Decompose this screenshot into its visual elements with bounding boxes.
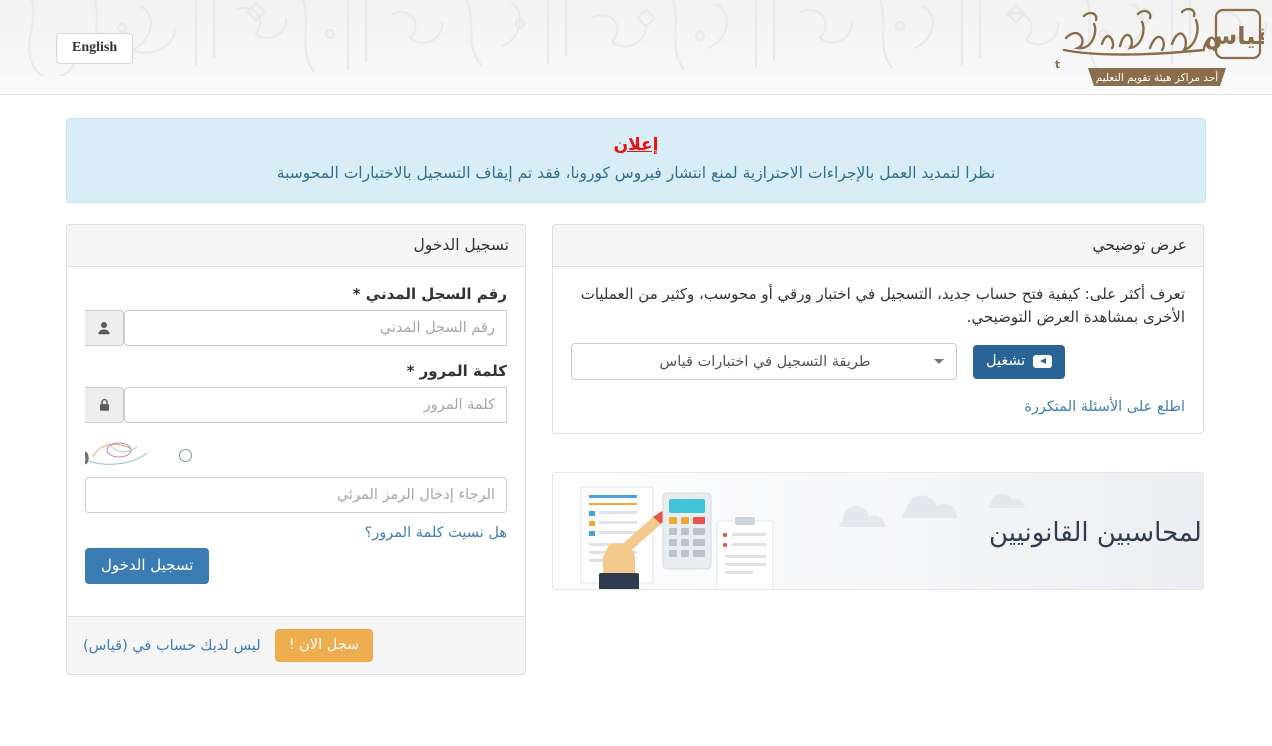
register-now-button[interactable]: سجل الان !	[274, 628, 374, 663]
login-panel-footer: ليس لديك حساب في (قياس) سجل الان !	[67, 615, 525, 675]
national-id-input[interactable]	[124, 309, 507, 346]
announcement-body: نظرا لتمديد العمل بالإجراءات الاحترازية …	[276, 164, 996, 183]
logo-tagline: أحد مراكز هيئة تقويم التعليم	[1096, 70, 1219, 84]
captcha-image: 9370	[85, 442, 148, 471]
socpa-banner-title: اختبارات هيئة المحاسبين القانونيين	[989, 518, 1203, 548]
login-panel-body: رقم السجل المدني * كلمة المرور *	[67, 267, 525, 616]
login-panel-heading: تسجيل الدخول	[67, 224, 525, 267]
logo-mark-text: قياس	[1204, 22, 1264, 50]
demo-panel-body: تعرف أكثر على: كيفية فتح حساب جديد، التس…	[553, 267, 1203, 434]
login-button-row: تسجيل الدخول	[85, 547, 507, 584]
password-input-group	[85, 386, 507, 423]
qiyas-logo[interactable]: National Center for Assessment قياس أحد …	[872, 4, 1272, 90]
demo-column: عرض توضيحي تعرف أكثر على: كيفية فتح حساب…	[552, 223, 1204, 591]
site-header: English National Center for Asses	[0, 0, 1272, 95]
play-video-label: تشغيل	[986, 353, 1026, 370]
socpa-banner-graphic: اختبارات هيئة المحاسبين القانونيين	[553, 473, 1203, 590]
demo-controls: طريقة التسجيل في اختبارات قياس تشغيل	[571, 343, 1185, 381]
lock-icon	[85, 386, 124, 423]
play-video-button[interactable]: تشغيل	[973, 345, 1066, 379]
page-body: إعلان نظرا لتمديد العمل بالإجراءات الاحت…	[0, 95, 1272, 676]
main-columns: تسجيل الدخول رقم السجل المدني * رقم السج…	[66, 223, 1206, 676]
announcement-title: إعلان	[613, 135, 659, 155]
captcha-row: 9370	[85, 439, 507, 473]
national-id-input-group	[85, 309, 507, 346]
captcha-code: 9370	[85, 448, 90, 471]
forgot-password-link[interactable]: هل نسيت كلمة المرور؟	[85, 525, 507, 541]
password-label: كلمة المرور *	[406, 361, 507, 380]
demo-video-select[interactable]: طريقة التسجيل في اختبارات قياس	[571, 343, 957, 381]
faq-link[interactable]: اطلع على الأسئلة المتكررة	[1024, 399, 1185, 415]
qiyas-logo-graphic: National Center for Assessment قياس أحد …	[872, 7, 1272, 86]
youtube-play-icon	[1033, 354, 1053, 368]
login-column: تسجيل الدخول رقم السجل المدني * رقم السج…	[66, 223, 526, 676]
login-panel: تسجيل الدخول رقم السجل المدني * رقم السج…	[66, 223, 526, 676]
login-submit-button[interactable]: تسجيل الدخول	[85, 547, 210, 584]
chevron-down-icon	[934, 359, 944, 365]
announcement-banner: إعلان نظرا لتمديد العمل بالإجراءات الاحت…	[66, 118, 1206, 203]
demo-video-select-value: طريقة التسجيل في اختبارات قياس	[659, 353, 871, 370]
user-icon	[85, 309, 124, 346]
captcha-input[interactable]	[85, 476, 507, 513]
demo-panel-heading: عرض توضيحي	[553, 224, 1203, 267]
refresh-circle-icon[interactable]	[179, 449, 192, 463]
language-toggle-button[interactable]: English	[56, 33, 134, 64]
no-account-note: ليس لديك حساب في (قياس)	[83, 637, 261, 654]
password-input[interactable]	[124, 386, 507, 423]
socpa-exams-banner[interactable]: اختبارات هيئة المحاسبين القانونيين	[552, 472, 1204, 591]
national-id-label: رقم السجل المدني *	[352, 284, 507, 303]
demo-panel: عرض توضيحي تعرف أكثر على: كيفية فتح حساب…	[552, 223, 1204, 435]
demo-description: تعرف أكثر على: كيفية فتح حساب جديد، التس…	[580, 284, 1185, 327]
logo-english-name: National Center for Assessment	[1054, 59, 1060, 71]
